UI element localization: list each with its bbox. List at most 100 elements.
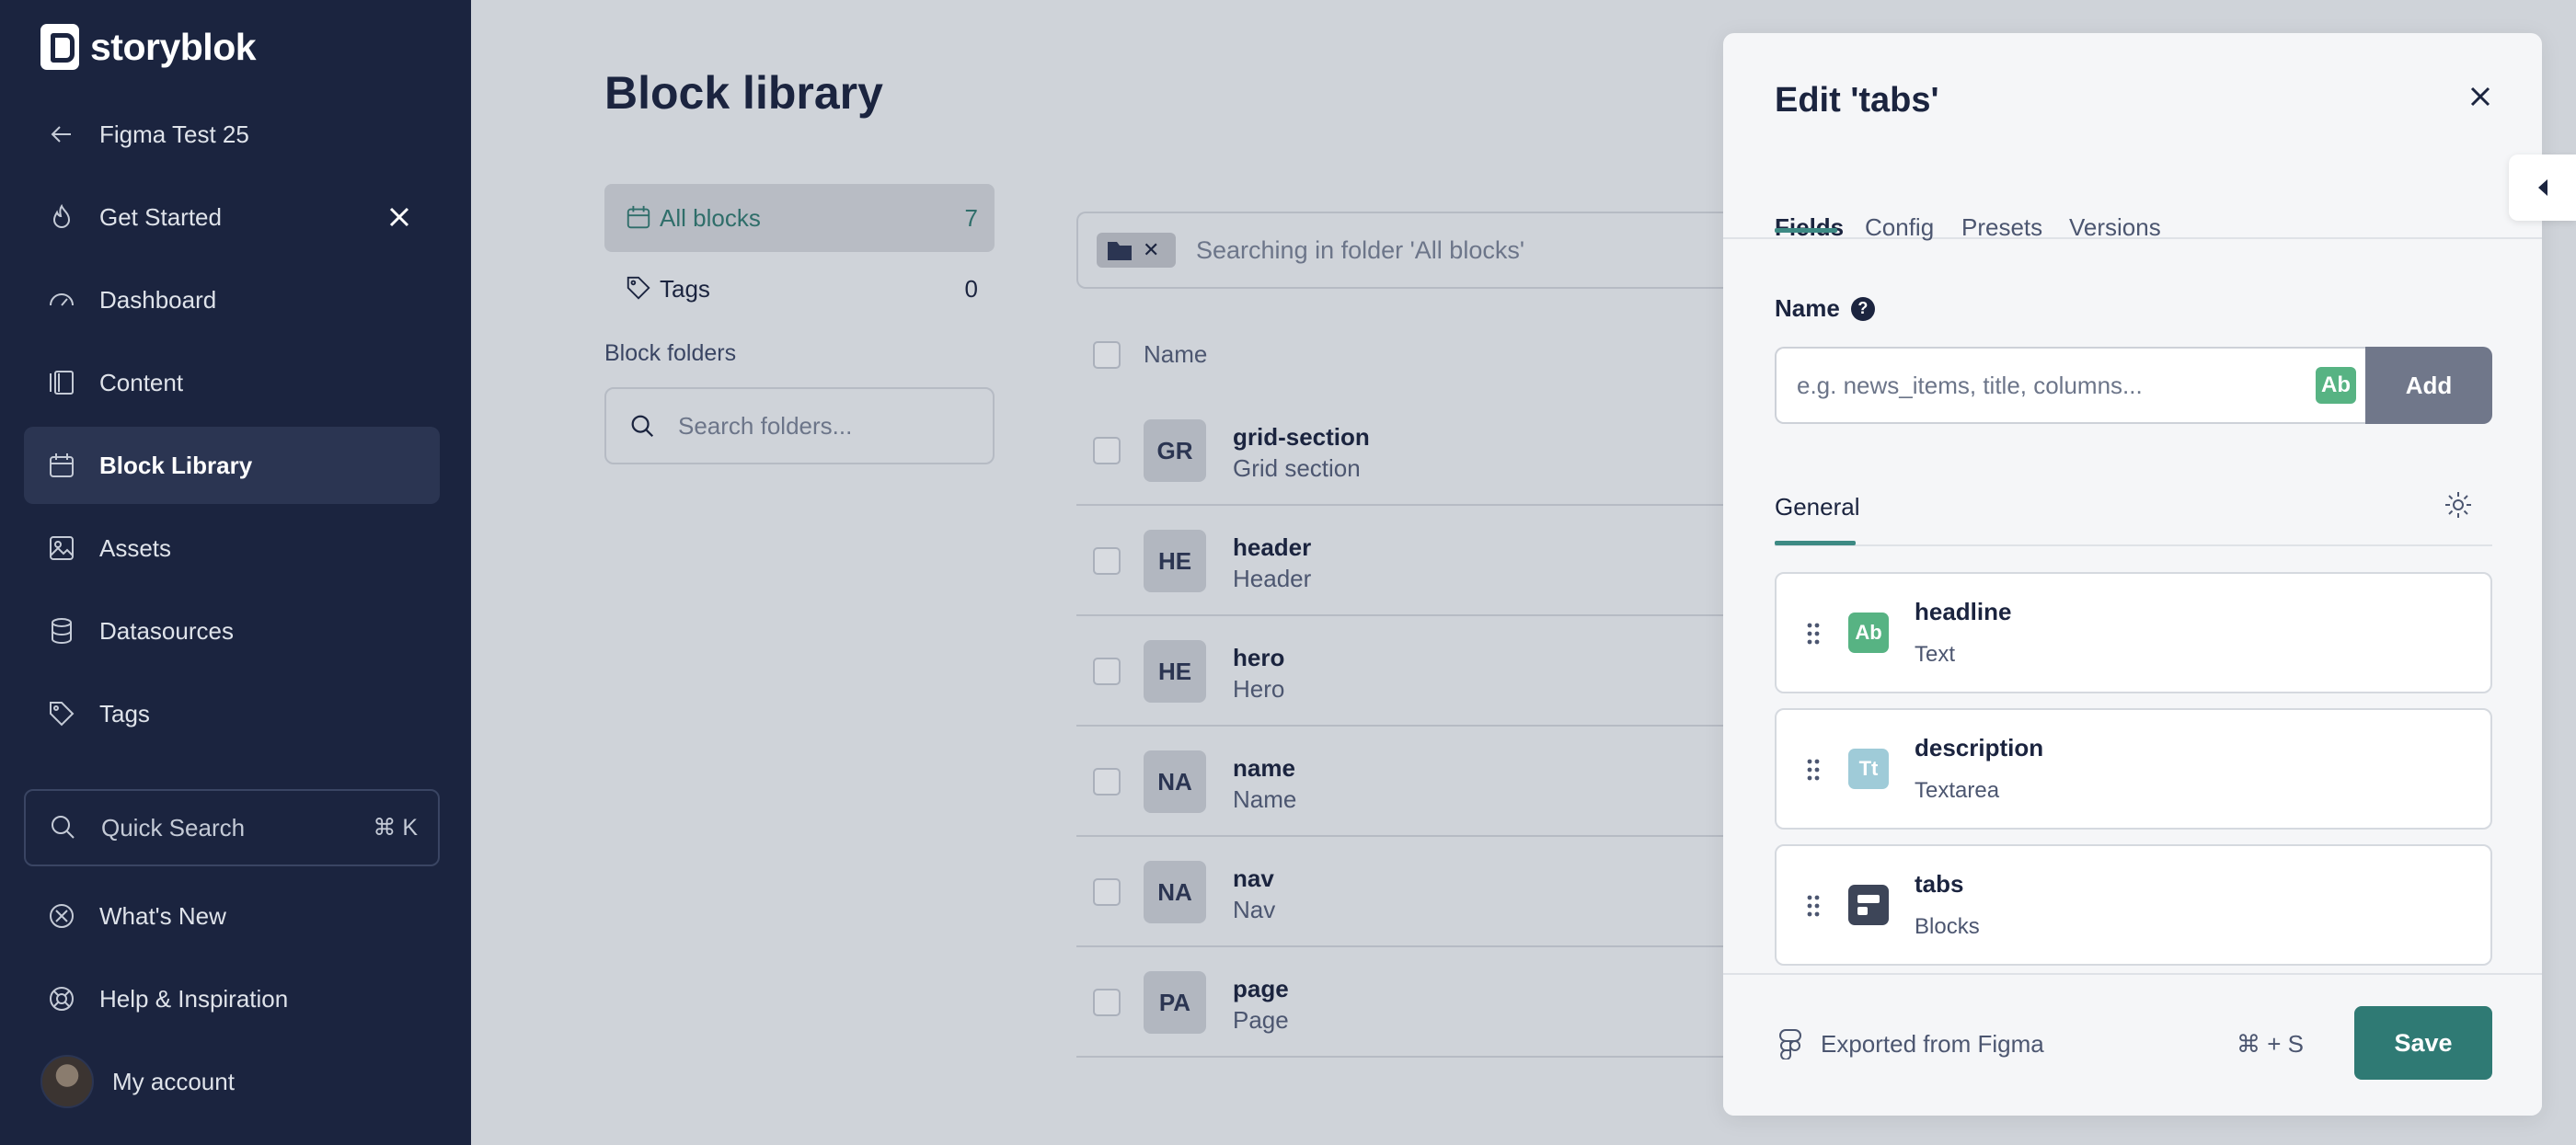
block-badge: NA [1144, 750, 1206, 813]
sidebar-item-space[interactable]: Figma Test 25 [24, 96, 440, 173]
library-nav-tags[interactable]: Tags 0 [604, 255, 995, 323]
sidebar-item-assets[interactable]: Assets [24, 510, 440, 587]
avatar [40, 1055, 94, 1108]
drawer-footer: Exported from Figma ⌘ + S Save [1723, 973, 2542, 1116]
sidebar-item-label: Datasources [99, 616, 234, 645]
block-badge: PA [1144, 971, 1206, 1034]
sidebar-item-label: My account [112, 1067, 235, 1095]
figma-note-text: Exported from Figma [1821, 1029, 2044, 1058]
edit-block-drawer: Edit 'tabs' Fields Config Presets Versio… [1723, 33, 2542, 1116]
block-display-name: Hero [1233, 675, 1285, 703]
field-name: description [1915, 734, 2044, 761]
chevron-left-icon [2537, 179, 2547, 196]
flame-icon [46, 201, 77, 233]
sidebar-item-label: Get Started [99, 202, 222, 231]
field-name-placeholder: e.g. news_items, title, columns... [1797, 371, 2143, 399]
drag-handle-icon[interactable] [1806, 758, 1821, 782]
block-display-name: Page [1233, 1006, 1289, 1034]
field-card-description[interactable]: Tt description Textarea [1775, 708, 2492, 830]
sidebar-item-dashboard[interactable]: Dashboard [24, 261, 440, 338]
drag-handle-icon[interactable] [1806, 894, 1821, 918]
folder-search-input[interactable]: Search folders... [604, 387, 995, 464]
drawer-title: Edit 'tabs' [1775, 81, 1939, 120]
table-row[interactable]: NA name Name [1076, 727, 1739, 837]
sidebar: storyblok Figma Test 25 Get Started Dash… [0, 0, 471, 1145]
row-checkbox[interactable] [1093, 878, 1121, 906]
sidebar-item-tags[interactable]: Tags [24, 675, 440, 752]
save-button[interactable]: Save [2354, 1006, 2492, 1080]
close-icon[interactable] [2467, 83, 2494, 110]
active-section-indicator [1775, 541, 1856, 545]
sidebar-item-block-library[interactable]: Block Library [24, 427, 440, 504]
gear-icon[interactable] [2443, 489, 2474, 521]
table-row[interactable]: HE hero Hero [1076, 616, 1739, 727]
field-name: tabs [1915, 870, 1964, 898]
calendar-icon [46, 450, 77, 481]
remove-filter-icon[interactable]: ✕ [1143, 238, 1159, 262]
sidebar-item-datasources[interactable]: Datasources [24, 592, 440, 670]
folder-filter-chip[interactable]: ✕ [1097, 233, 1176, 268]
table-row[interactable]: NA nav Nav [1076, 837, 1739, 947]
field-type-selector[interactable]: Ab [2316, 367, 2356, 404]
figma-icon [1779, 1029, 1801, 1059]
block-name: page [1233, 975, 1289, 1002]
database-icon [46, 615, 77, 647]
close-icon[interactable] [385, 202, 414, 232]
blocks-field-icon [1848, 885, 1889, 925]
block-display-name: Header [1233, 565, 1312, 592]
add-field-button[interactable]: Add [2365, 347, 2492, 424]
quick-search-label: Quick Search [101, 813, 246, 842]
quick-search-shortcut: ⌘ K [373, 815, 418, 841]
sidebar-item-whats-new[interactable]: What's New [24, 877, 440, 955]
field-card-tabs[interactable]: tabs Blocks [1775, 844, 2492, 966]
row-checkbox[interactable] [1093, 437, 1121, 464]
row-checkbox[interactable] [1093, 547, 1121, 575]
row-checkbox[interactable] [1093, 768, 1121, 796]
sidebar-item-label: Assets [99, 533, 172, 562]
collapse-panel-button[interactable] [2509, 155, 2576, 221]
library-nav-count: 0 [964, 274, 978, 303]
table-row[interactable]: GR grid-section Grid section [1076, 395, 1739, 506]
block-name: nav [1233, 864, 1274, 892]
lifebuoy-icon [46, 983, 77, 1014]
block-name: name [1233, 754, 1295, 782]
drawer-tabs: Fields Config Presets Versions [1723, 169, 2542, 242]
tab-general[interactable]: General [1775, 493, 1860, 521]
row-checkbox[interactable] [1093, 989, 1121, 1016]
block-display-name: Grid section [1233, 454, 1361, 482]
sidebar-item-label: Block Library [99, 451, 253, 479]
divider [1775, 544, 2492, 546]
block-badge: NA [1144, 861, 1206, 923]
table-row[interactable]: HE header Header [1076, 506, 1739, 616]
sidebar-item-content[interactable]: Content [24, 344, 440, 421]
sidebar-item-my-account[interactable]: My account [24, 1043, 440, 1120]
tab-config[interactable]: Config [1865, 213, 1934, 242]
field-name-input[interactable]: e.g. news_items, title, columns... [1775, 347, 2365, 424]
library-nav-all-blocks[interactable]: All blocks 7 [604, 184, 995, 252]
field-type: Textarea [1915, 778, 2000, 803]
drag-handle-icon[interactable] [1806, 622, 1821, 646]
storyblok-logo-icon [40, 24, 79, 70]
gauge-icon [46, 284, 77, 315]
search-icon [48, 812, 79, 843]
sidebar-item-help[interactable]: Help & Inspiration [24, 960, 440, 1037]
block-name: header [1233, 533, 1312, 561]
tab-presets[interactable]: Presets [1961, 213, 2042, 242]
tab-versions[interactable]: Versions [2069, 213, 2161, 242]
brand-logo[interactable]: storyblok [40, 24, 257, 70]
table-row[interactable]: PA page Page [1076, 947, 1739, 1058]
page-title: Block library [604, 67, 883, 119]
library-nav-label: All blocks [660, 203, 761, 232]
sidebar-item-get-started[interactable]: Get Started [24, 178, 440, 256]
tag-icon [46, 698, 77, 729]
folder-icon [1108, 242, 1132, 260]
field-card-headline[interactable]: Ab headline Text [1775, 572, 2492, 693]
sparkle-icon [46, 900, 77, 932]
select-all-checkbox[interactable] [1093, 341, 1121, 369]
help-icon[interactable]: ? [1850, 296, 1875, 321]
library-nav-count: 7 [964, 203, 978, 232]
name-field-label: Name ? [1775, 294, 1875, 323]
block-search-input[interactable]: ✕ Searching in folder 'All blocks' [1076, 212, 1739, 289]
row-checkbox[interactable] [1093, 658, 1121, 685]
quick-search-button[interactable]: Quick Search ⌘ K [24, 789, 440, 866]
